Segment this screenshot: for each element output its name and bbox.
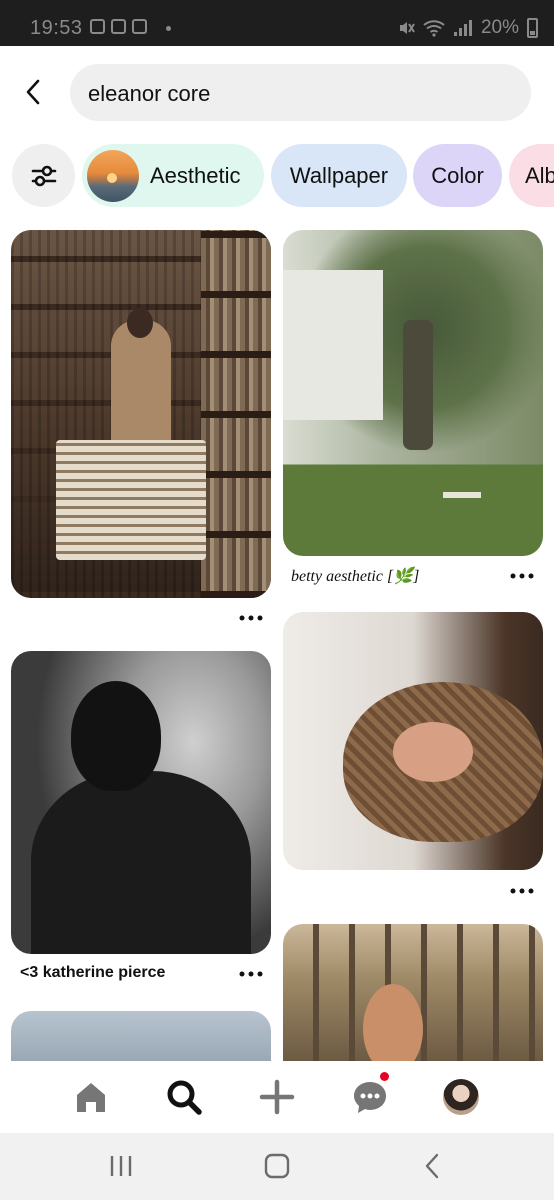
status-system-icons: 20% [397,17,538,39]
chip-thumbnail-sunset [87,150,139,202]
pin-image-sky[interactable] [11,1011,271,1061]
system-home-button[interactable] [263,1153,291,1179]
status-time: 19:53 [30,17,83,39]
nav-home[interactable] [71,1077,111,1117]
home-icon [77,1083,105,1112]
pin-image-bookshop[interactable] [11,230,271,598]
nav-search[interactable] [164,1077,204,1117]
swing-shape [443,492,481,498]
nav-messages[interactable] [350,1077,390,1117]
pin-image-tree-swing[interactable] [283,230,543,556]
back-icon [425,1153,439,1179]
battery-icon [527,18,538,38]
chip-aesthetic[interactable]: Aesthetic [82,144,264,207]
bottom-nav [0,1061,554,1133]
butterfly-icon [132,19,147,34]
system-nav-bar [0,1133,554,1200]
more-dots-icon [510,573,534,579]
pin-image-forest-girl[interactable] [283,924,543,1061]
gmail-icon [111,19,126,34]
chip-label: Alb [525,162,554,188]
pin-more-button[interactable] [510,571,534,581]
home-button-icon [264,1153,290,1179]
chip-label: Wallpaper [289,162,389,188]
search-icon [167,1080,202,1115]
more-dots-icon [239,971,263,977]
chip-color[interactable]: Color [413,144,502,207]
chip-wallpaper[interactable]: Wallpaper [271,144,407,207]
system-back-button[interactable] [420,1153,448,1179]
pin-more-button[interactable] [510,886,534,896]
house-shape [283,270,383,420]
wifi-icon [423,20,445,37]
head-silhouette-shape [71,681,161,791]
battery-percent: 20% [480,17,519,38]
notification-badge [380,1072,389,1081]
back-button[interactable] [18,74,50,110]
search-query-text: eleanor core [88,81,211,106]
pin-image-flower-basket[interactable] [283,612,543,870]
nav-create[interactable] [257,1077,297,1117]
messages-icon [354,1082,386,1113]
chevron-left-icon [26,79,40,105]
plus-icon [259,1079,295,1115]
dot-icon [166,26,171,31]
signal-icon [453,20,472,36]
tree-trunk-shape [403,320,433,450]
chip-label: Color [431,162,484,188]
bookshelf-shape [201,230,271,598]
recents-icon [110,1156,132,1176]
filter-button[interactable] [12,144,75,207]
pin-more-button[interactable] [239,969,263,979]
pin-more-button[interactable] [239,613,263,623]
pin-title[interactable]: betty aesthetic [🌿] [291,566,419,586]
search-input[interactable]: eleanor core [70,64,531,121]
more-dots-icon [239,615,263,621]
pin-title[interactable]: <3 katherine pierce [20,964,165,982]
sliders-icon [31,165,56,186]
more-dots-icon [510,888,534,894]
dress-silhouette-shape [31,771,251,954]
chip-alb[interactable]: Alb [509,144,554,207]
flowers-shape [393,722,473,782]
filter-chips-row: Aesthetic Wallpaper Color Alb [0,144,554,208]
status-bar: 19:53 20% [0,0,554,46]
image-icon [90,19,105,34]
chip-label: Aesthetic [150,162,241,188]
pin-image-katherine[interactable] [11,651,271,954]
status-notification-icons [90,19,147,34]
book-stack-shape [56,440,206,560]
profile-avatar[interactable] [443,1079,479,1115]
recents-button[interactable] [108,1153,136,1179]
mute-icon [399,22,415,34]
